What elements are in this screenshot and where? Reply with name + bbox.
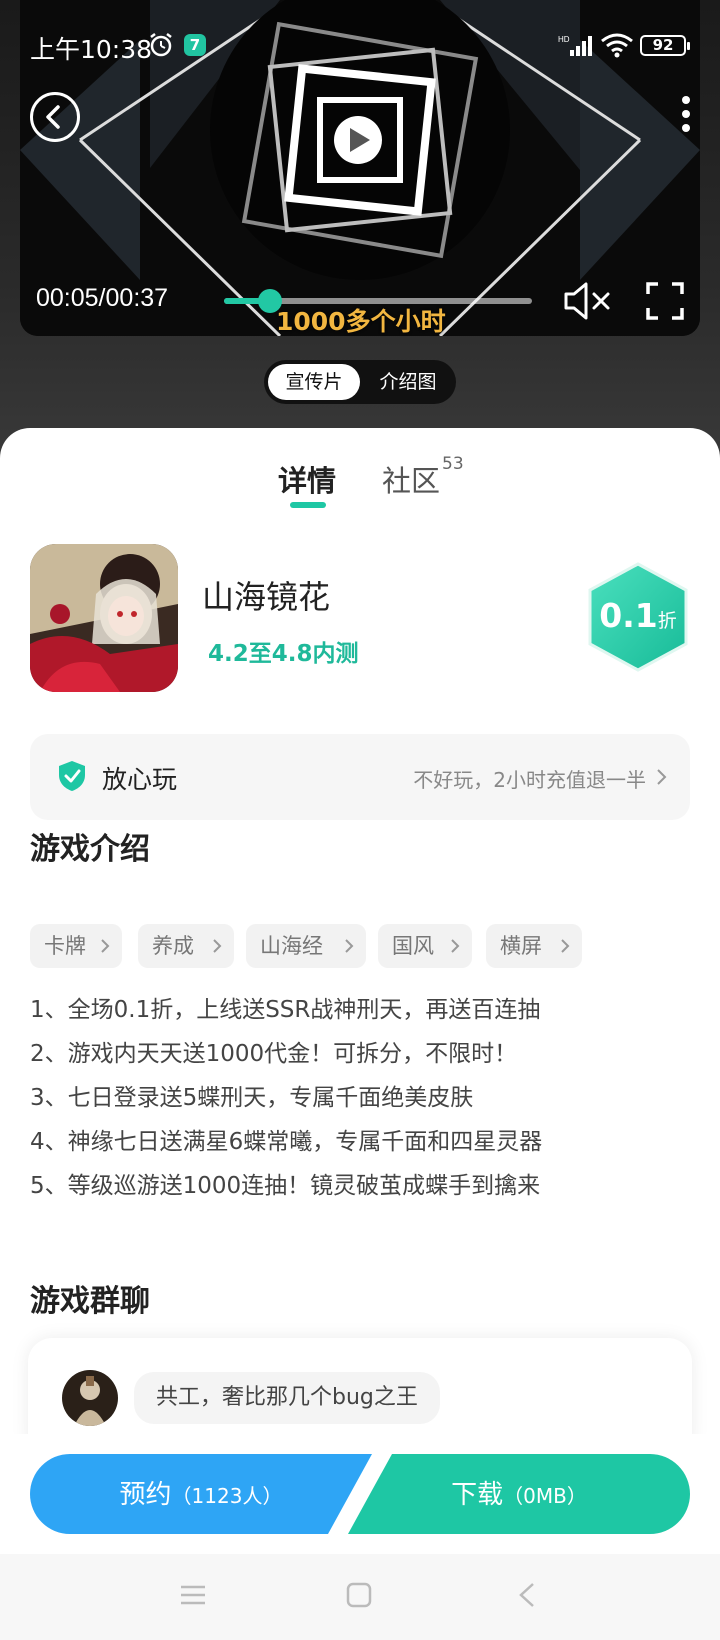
tag-label: 卡牌	[44, 934, 86, 958]
more-dot-icon	[682, 110, 690, 118]
discount-label: 0.1折	[586, 596, 690, 635]
chevron-right-icon	[657, 769, 667, 785]
app-notification-badge: 7	[184, 34, 206, 56]
chevron-right-icon	[213, 939, 222, 953]
tag-label: 国风	[392, 934, 434, 958]
intro-section-title: 游戏介绍	[30, 832, 150, 867]
community-count-badge: 53	[442, 454, 464, 474]
menu-icon[interactable]	[180, 1584, 206, 1606]
game-title: 山海镜花	[202, 578, 331, 616]
video-time: 00:05/00:37	[36, 284, 169, 312]
chevron-left-icon	[46, 105, 60, 129]
back-button[interactable]	[30, 92, 80, 142]
intro-line: 5、等级巡游送1000连抽！镜灵破茧成蝶手到擒来	[30, 1173, 541, 1199]
reserve-label: 预约	[119, 1480, 172, 1510]
system-nav-bar	[0, 1554, 720, 1640]
chat-message-bubble: 共工，奢比那几个bug之王	[134, 1372, 440, 1424]
chevron-right-icon	[561, 939, 570, 953]
chevron-right-icon	[101, 939, 110, 953]
tab-promo-video[interactable]: 宣传片	[268, 364, 360, 400]
media-type-toggle: 宣传片 介绍图	[264, 360, 456, 404]
safe-play-description: 不好玩，2小时充值退一半	[413, 768, 646, 792]
chevron-right-icon	[345, 939, 354, 953]
tab-detail[interactable]: 详情	[278, 458, 336, 500]
safe-play-title: 放心玩	[102, 765, 178, 794]
intro-line: 3、七日登录送5蝶刑天，专属千面绝美皮肤	[30, 1085, 474, 1111]
fullscreen-icon[interactable]	[646, 282, 684, 320]
game-icon[interactable]	[30, 544, 178, 692]
intro-line: 1、全场0.1折，上线送SSR战神刑天，再送百连抽	[30, 997, 541, 1023]
battery-indicator: 92	[640, 35, 690, 56]
download-size: （0MB）	[503, 1484, 587, 1508]
alarm-icon	[150, 33, 172, 57]
back-icon[interactable]	[518, 1582, 536, 1608]
download-button-label: 下载（0MB）	[348, 1474, 690, 1511]
intro-line: 4、神缘七日送满星6蝶常曦，专属千面和四星灵器	[30, 1129, 543, 1155]
avatar	[62, 1370, 118, 1426]
signal-icon: HD	[558, 35, 592, 56]
tag-label: 山海经	[260, 934, 323, 958]
tag-card[interactable]: 卡牌	[30, 924, 122, 968]
mute-icon[interactable]	[562, 280, 618, 322]
wifi-icon	[601, 33, 633, 58]
more-dot-icon	[682, 96, 690, 104]
media-header: 上午10:38 7 HD 92 00:05/00:37 1000多个小时 宣传片…	[0, 0, 720, 470]
tab-community[interactable]: 社区	[382, 458, 440, 500]
download-button[interactable]: 下载（0MB）	[348, 1454, 690, 1534]
download-label: 下载	[451, 1480, 504, 1510]
detail-sheet: 详情 社区 53 山海镜花 4.2至4.8内测 0.1折 放心玩 不好玩，2小时…	[0, 428, 720, 1458]
intro-line: 2、游戏内天天送1000代金！可拆分，不限时！	[30, 1041, 518, 1067]
shield-check-icon	[59, 761, 85, 791]
tag-raising[interactable]: 养成	[138, 924, 234, 968]
discount-unit: 折	[657, 610, 677, 632]
status-bar: 上午10:38 7 HD 92	[0, 0, 720, 88]
tag-label: 养成	[152, 934, 194, 958]
more-dot-icon	[682, 124, 690, 132]
tag-landscape[interactable]: 横屏	[486, 924, 582, 968]
tag-guofeng[interactable]: 国风	[378, 924, 472, 968]
tag-shanhaijing[interactable]: 山海经	[246, 924, 366, 968]
video-subtitle: 1000多个小时	[276, 307, 446, 336]
tag-label: 横屏	[500, 934, 542, 958]
safe-play-card[interactable]: 放心玩 不好玩，2小时充值退一半	[30, 734, 690, 820]
home-icon[interactable]	[346, 1582, 372, 1608]
reserve-count: （1123人）	[171, 1484, 283, 1508]
more-options-button[interactable]	[676, 96, 696, 138]
discount-value: 0.1	[599, 596, 658, 635]
svg-text:HD: HD	[558, 35, 570, 44]
game-test-status: 4.2至4.8内测	[208, 641, 359, 667]
chevron-right-icon	[451, 939, 460, 953]
reserve-button-label: 预约（1123人）	[30, 1474, 372, 1511]
group-chat-section-title: 游戏群聊	[30, 1284, 150, 1319]
tab-intro-images[interactable]: 介绍图	[364, 364, 452, 400]
active-tab-indicator	[290, 502, 326, 508]
status-time: 上午10:38	[30, 35, 153, 64]
action-bar: 预约（1123人） 下载（0MB）	[0, 1434, 720, 1554]
reserve-button[interactable]: 预约（1123人）	[30, 1454, 372, 1534]
